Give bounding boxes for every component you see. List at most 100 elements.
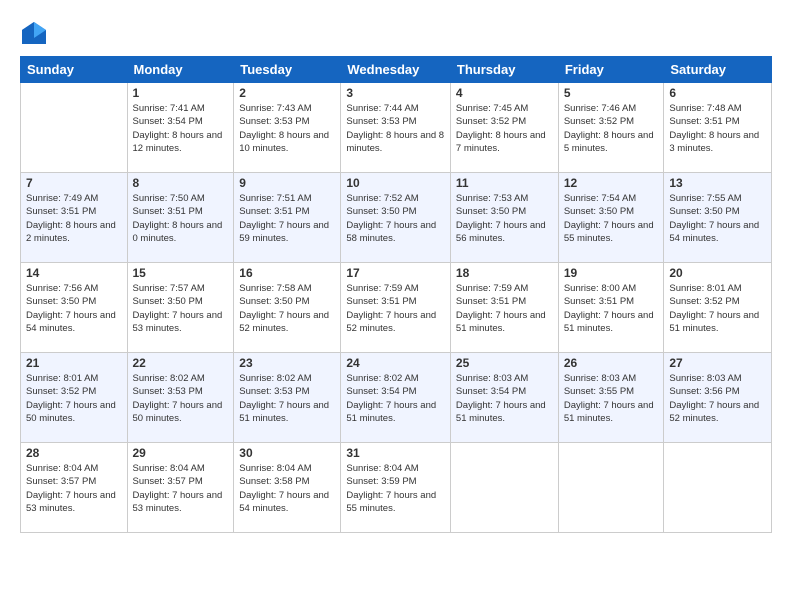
calendar-cell: 14 Sunrise: 7:56 AMSunset: 3:50 PMDayligh… bbox=[21, 263, 128, 353]
calendar-week-4: 21 Sunrise: 8:01 AMSunset: 3:52 PMDayligh… bbox=[21, 353, 772, 443]
day-detail: Sunrise: 8:02 AMSunset: 3:53 PMDaylight:… bbox=[133, 372, 229, 425]
calendar-cell: 22 Sunrise: 8:02 AMSunset: 3:53 PMDayligh… bbox=[127, 353, 234, 443]
day-detail: Sunrise: 7:56 AMSunset: 3:50 PMDaylight:… bbox=[26, 282, 122, 335]
calendar-cell: 30Sunrise: 8:04 AMSunset: 3:58 PMDayligh… bbox=[234, 443, 341, 533]
day-number: 6 bbox=[669, 86, 766, 100]
day-number: 13 bbox=[669, 176, 766, 190]
day-number: 23 bbox=[239, 356, 335, 370]
calendar-cell: 13 Sunrise: 7:55 AMSunset: 3:50 PMDayligh… bbox=[664, 173, 772, 263]
day-number: 16 bbox=[239, 266, 335, 280]
day-number: 19 bbox=[564, 266, 659, 280]
calendar-cell: 18 Sunrise: 7:59 AMSunset: 3:51 PMDayligh… bbox=[450, 263, 558, 353]
calendar-cell: 6 Sunrise: 7:48 AMSunset: 3:51 PMDaylight… bbox=[664, 83, 772, 173]
day-number: 1 bbox=[133, 86, 229, 100]
day-detail: Sunrise: 7:43 AMSunset: 3:53 PMDaylight:… bbox=[239, 102, 335, 155]
day-number: 26 bbox=[564, 356, 659, 370]
calendar-cell: 27Sunrise: 8:03 AMSunset: 3:56 PMDayligh… bbox=[664, 353, 772, 443]
header-saturday: Saturday bbox=[664, 57, 772, 83]
day-number: 9 bbox=[239, 176, 335, 190]
calendar-cell: 23 Sunrise: 8:02 AMSunset: 3:53 PMDayligh… bbox=[234, 353, 341, 443]
day-detail: Sunrise: 7:41 AMSunset: 3:54 PMDaylight:… bbox=[133, 102, 229, 155]
day-detail: Sunrise: 8:03 AMSunset: 3:55 PMDaylight:… bbox=[564, 372, 659, 425]
calendar-week-1: 1 Sunrise: 7:41 AMSunset: 3:54 PMDaylight… bbox=[21, 83, 772, 173]
day-detail: Sunrise: 7:59 AMSunset: 3:51 PMDaylight:… bbox=[456, 282, 553, 335]
calendar-cell bbox=[558, 443, 664, 533]
day-detail: Sunrise: 7:57 AMSunset: 3:50 PMDaylight:… bbox=[133, 282, 229, 335]
day-number: 14 bbox=[26, 266, 122, 280]
header-monday: Monday bbox=[127, 57, 234, 83]
calendar-cell bbox=[450, 443, 558, 533]
day-number: 15 bbox=[133, 266, 229, 280]
calendar-cell: 29 Sunrise: 8:04 AMSunset: 3:57 PMDayligh… bbox=[127, 443, 234, 533]
header-wednesday: Wednesday bbox=[341, 57, 451, 83]
day-detail: Sunrise: 7:52 AMSunset: 3:50 PMDaylight:… bbox=[346, 192, 445, 245]
day-number: 12 bbox=[564, 176, 659, 190]
day-number: 29 bbox=[133, 446, 229, 460]
header-thursday: Thursday bbox=[450, 57, 558, 83]
calendar-cell: 20 Sunrise: 8:01 AMSunset: 3:52 PMDayligh… bbox=[664, 263, 772, 353]
day-detail: Sunrise: 7:54 AMSunset: 3:50 PMDaylight:… bbox=[564, 192, 659, 245]
calendar-cell: 31 Sunrise: 8:04 AMSunset: 3:59 PMDayligh… bbox=[341, 443, 451, 533]
day-number: 17 bbox=[346, 266, 445, 280]
logo-icon bbox=[20, 20, 48, 48]
calendar-week-3: 14 Sunrise: 7:56 AMSunset: 3:50 PMDayligh… bbox=[21, 263, 772, 353]
day-detail: Sunrise: 8:04 AMSunset: 3:57 PMDaylight:… bbox=[133, 462, 229, 515]
day-number: 2 bbox=[239, 86, 335, 100]
day-detail: Sunrise: 7:55 AMSunset: 3:50 PMDaylight:… bbox=[669, 192, 766, 245]
page: Sunday Monday Tuesday Wednesday Thursday… bbox=[0, 0, 792, 612]
calendar-cell bbox=[21, 83, 128, 173]
day-detail: Sunrise: 8:01 AMSunset: 3:52 PMDaylight:… bbox=[26, 372, 122, 425]
calendar-cell: 15 Sunrise: 7:57 AMSunset: 3:50 PMDayligh… bbox=[127, 263, 234, 353]
header-tuesday: Tuesday bbox=[234, 57, 341, 83]
calendar-cell: 16 Sunrise: 7:58 AMSunset: 3:50 PMDayligh… bbox=[234, 263, 341, 353]
day-detail: Sunrise: 7:49 AMSunset: 3:51 PMDaylight:… bbox=[26, 192, 122, 245]
calendar-cell: 26 Sunrise: 8:03 AMSunset: 3:55 PMDayligh… bbox=[558, 353, 664, 443]
day-detail: Sunrise: 7:45 AMSunset: 3:52 PMDaylight:… bbox=[456, 102, 553, 155]
calendar-cell: 8Sunrise: 7:50 AMSunset: 3:51 PMDaylight… bbox=[127, 173, 234, 263]
day-detail: Sunrise: 7:58 AMSunset: 3:50 PMDaylight:… bbox=[239, 282, 335, 335]
day-detail: Sunrise: 8:02 AMSunset: 3:53 PMDaylight:… bbox=[239, 372, 335, 425]
day-number: 8 bbox=[133, 176, 229, 190]
day-number: 21 bbox=[26, 356, 122, 370]
day-detail: Sunrise: 8:02 AMSunset: 3:54 PMDaylight:… bbox=[346, 372, 445, 425]
calendar-cell: 24 Sunrise: 8:02 AMSunset: 3:54 PMDayligh… bbox=[341, 353, 451, 443]
calendar-week-5: 28 Sunrise: 8:04 AMSunset: 3:57 PMDayligh… bbox=[21, 443, 772, 533]
day-number: 3 bbox=[346, 86, 445, 100]
calendar: Sunday Monday Tuesday Wednesday Thursday… bbox=[20, 56, 772, 533]
header-sunday: Sunday bbox=[21, 57, 128, 83]
day-number: 4 bbox=[456, 86, 553, 100]
calendar-cell: 2 Sunrise: 7:43 AMSunset: 3:53 PMDaylight… bbox=[234, 83, 341, 173]
day-number: 22 bbox=[133, 356, 229, 370]
day-detail: Sunrise: 7:44 AMSunset: 3:53 PMDaylight:… bbox=[346, 102, 445, 155]
logo bbox=[20, 20, 51, 48]
day-detail: Sunrise: 8:03 AMSunset: 3:54 PMDaylight:… bbox=[456, 372, 553, 425]
day-detail: Sunrise: 8:00 AMSunset: 3:51 PMDaylight:… bbox=[564, 282, 659, 335]
calendar-week-2: 7 Sunrise: 7:49 AMSunset: 3:51 PMDaylight… bbox=[21, 173, 772, 263]
day-detail: Sunrise: 8:04 AMSunset: 3:58 PMDaylight:… bbox=[239, 462, 335, 515]
calendar-cell: 25Sunrise: 8:03 AMSunset: 3:54 PMDayligh… bbox=[450, 353, 558, 443]
calendar-cell: 19 Sunrise: 8:00 AMSunset: 3:51 PMDayligh… bbox=[558, 263, 664, 353]
day-detail: Sunrise: 8:04 AMSunset: 3:59 PMDaylight:… bbox=[346, 462, 445, 515]
day-detail: Sunrise: 8:04 AMSunset: 3:57 PMDaylight:… bbox=[26, 462, 122, 515]
day-number: 10 bbox=[346, 176, 445, 190]
calendar-cell bbox=[664, 443, 772, 533]
day-number: 7 bbox=[26, 176, 122, 190]
calendar-cell: 3 Sunrise: 7:44 AMSunset: 3:53 PMDaylight… bbox=[341, 83, 451, 173]
day-number: 28 bbox=[26, 446, 122, 460]
day-detail: Sunrise: 7:46 AMSunset: 3:52 PMDaylight:… bbox=[564, 102, 659, 155]
calendar-cell: 9Sunrise: 7:51 AMSunset: 3:51 PMDaylight… bbox=[234, 173, 341, 263]
calendar-cell: 11Sunrise: 7:53 AMSunset: 3:50 PMDayligh… bbox=[450, 173, 558, 263]
day-detail: Sunrise: 7:48 AMSunset: 3:51 PMDaylight:… bbox=[669, 102, 766, 155]
day-number: 20 bbox=[669, 266, 766, 280]
day-detail: Sunrise: 8:01 AMSunset: 3:52 PMDaylight:… bbox=[669, 282, 766, 335]
day-number: 18 bbox=[456, 266, 553, 280]
day-number: 5 bbox=[564, 86, 659, 100]
day-detail: Sunrise: 7:59 AMSunset: 3:51 PMDaylight:… bbox=[346, 282, 445, 335]
calendar-cell: 21 Sunrise: 8:01 AMSunset: 3:52 PMDayligh… bbox=[21, 353, 128, 443]
calendar-cell: 10 Sunrise: 7:52 AMSunset: 3:50 PMDayligh… bbox=[341, 173, 451, 263]
day-number: 31 bbox=[346, 446, 445, 460]
calendar-cell: 7 Sunrise: 7:49 AMSunset: 3:51 PMDaylight… bbox=[21, 173, 128, 263]
calendar-cell: 28 Sunrise: 8:04 AMSunset: 3:57 PMDayligh… bbox=[21, 443, 128, 533]
day-number: 24 bbox=[346, 356, 445, 370]
header-friday: Friday bbox=[558, 57, 664, 83]
